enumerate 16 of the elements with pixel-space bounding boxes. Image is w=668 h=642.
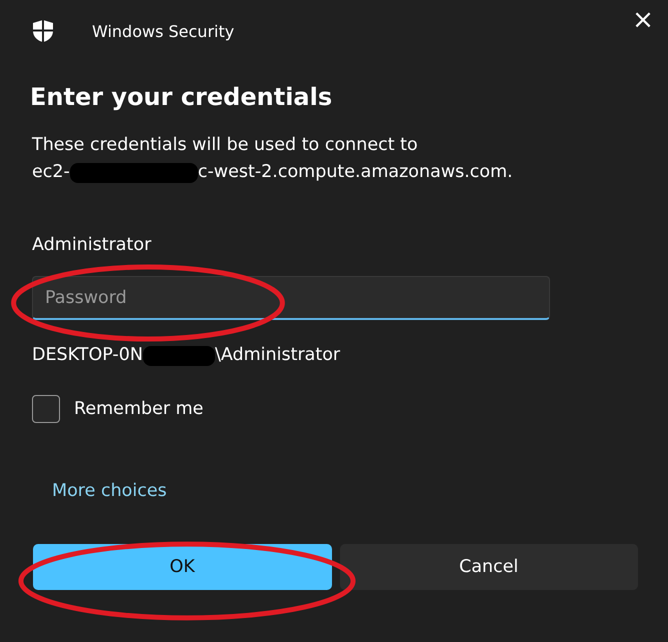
cancel-button[interactable]: Cancel [340,544,638,590]
account-text: DESKTOP-0N [32,344,143,367]
window-title: Windows Security [92,22,236,40]
dialog-heading: Enter your credentials [30,83,334,111]
more-choices-link[interactable]: More choices [52,481,167,501]
remember-checkbox[interactable] [32,395,60,423]
checkbox-label: Remember me [74,399,204,419]
account-text: \Administrator [214,344,340,367]
host-text: c-west-2.compute.amazonaws.com. [198,161,513,184]
shield-icon [32,19,54,43]
host-text: ec2- [32,161,70,184]
password-field[interactable]: Password [32,276,550,320]
username-label: Administrator [32,234,152,257]
description-text: These credentials will be used to connect to [32,134,419,157]
ok-button[interactable]: OK [33,544,332,590]
close-button[interactable]: × [618,0,668,40]
